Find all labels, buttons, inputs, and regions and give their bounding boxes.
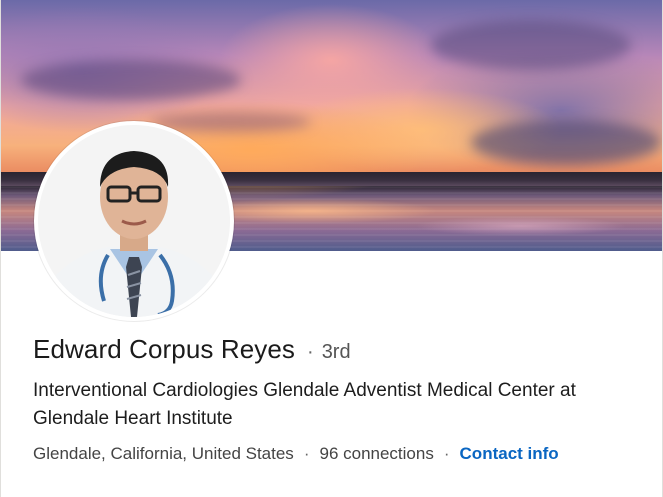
contact-info-link[interactable]: Contact info	[460, 444, 559, 464]
profile-avatar[interactable]	[34, 121, 234, 321]
profile-meta-row: Glendale, California, United States · 96…	[33, 444, 559, 464]
avatar-portrait	[38, 125, 230, 317]
banner-cloud	[431, 20, 631, 70]
connection-degree-badge: 3rd	[321, 341, 351, 363]
profile-card: Edward Corpus Reyes · 3rd Interventional…	[0, 0, 663, 497]
banner-cloud	[21, 60, 241, 100]
meta-separator: ·	[443, 444, 450, 463]
profile-name-row: Edward Corpus Reyes · 3rd	[33, 334, 351, 365]
profile-name: Edward Corpus Reyes	[33, 334, 296, 364]
banner-cloud	[471, 120, 661, 165]
connections-count[interactable]: 96 connections	[319, 444, 433, 464]
meta-separator: ·	[303, 444, 310, 463]
profile-location: Glendale, California, United States	[33, 444, 294, 463]
degree-separator: ·	[307, 341, 314, 363]
profile-headline: Interventional Cardiologies Glendale Adv…	[33, 380, 576, 429]
